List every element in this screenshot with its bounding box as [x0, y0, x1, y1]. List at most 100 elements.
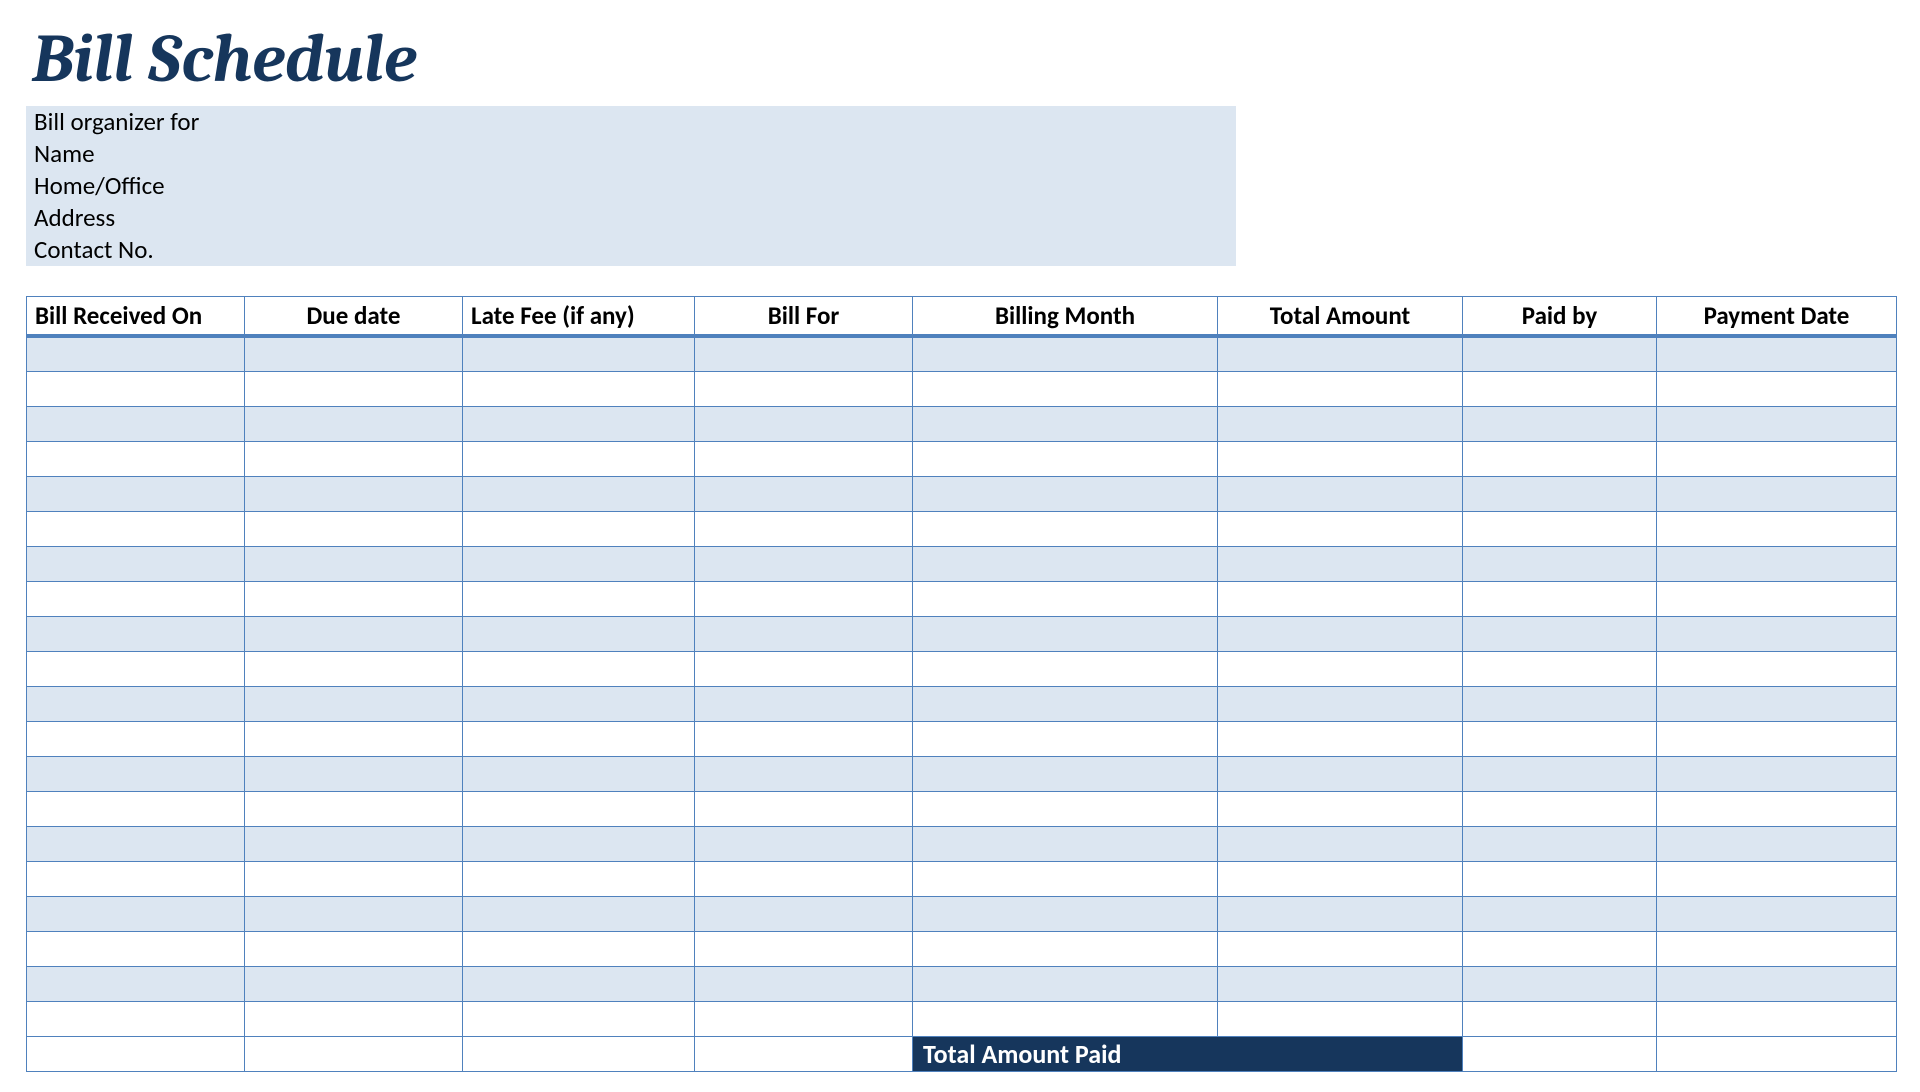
table-cell[interactable]	[463, 966, 695, 1001]
table-cell[interactable]	[463, 371, 695, 406]
table-cell[interactable]	[1218, 441, 1463, 476]
table-cell[interactable]	[245, 616, 463, 651]
table-cell[interactable]	[463, 406, 695, 441]
table-cell[interactable]	[27, 371, 245, 406]
table-cell[interactable]	[27, 476, 245, 511]
table-cell[interactable]	[695, 651, 913, 686]
table-cell[interactable]	[463, 826, 695, 861]
table-cell[interactable]	[1657, 931, 1897, 966]
table-cell[interactable]	[913, 476, 1218, 511]
table-cell[interactable]	[913, 966, 1218, 1001]
table-cell[interactable]	[463, 686, 695, 721]
table-cell[interactable]	[463, 721, 695, 756]
table-cell[interactable]	[913, 651, 1218, 686]
table-cell[interactable]	[1657, 686, 1897, 721]
table-cell[interactable]	[1218, 581, 1463, 616]
table-cell[interactable]	[913, 441, 1218, 476]
table-cell[interactable]	[1463, 1001, 1657, 1036]
table-cell[interactable]	[27, 756, 245, 791]
info-address[interactable]: Address	[26, 202, 1236, 234]
table-cell[interactable]	[463, 1036, 695, 1071]
table-cell[interactable]	[245, 861, 463, 896]
table-cell[interactable]	[245, 476, 463, 511]
table-cell[interactable]	[27, 546, 245, 581]
table-cell[interactable]	[1657, 336, 1897, 371]
table-cell[interactable]	[695, 546, 913, 581]
table-cell[interactable]	[695, 336, 913, 371]
table-cell[interactable]	[463, 511, 695, 546]
table-cell[interactable]	[463, 336, 695, 371]
table-cell[interactable]	[1218, 371, 1463, 406]
table-cell[interactable]	[463, 861, 695, 896]
table-cell[interactable]	[463, 441, 695, 476]
info-contact-no[interactable]: Contact No.	[26, 234, 1236, 266]
table-cell[interactable]	[1463, 791, 1657, 826]
table-cell[interactable]	[27, 721, 245, 756]
table-cell[interactable]	[27, 1036, 245, 1071]
table-cell[interactable]	[1463, 581, 1657, 616]
table-cell[interactable]	[1657, 406, 1897, 441]
table-cell[interactable]	[1218, 861, 1463, 896]
table-cell[interactable]	[245, 1001, 463, 1036]
table-cell[interactable]	[695, 931, 913, 966]
table-cell[interactable]	[27, 826, 245, 861]
table-cell[interactable]	[1218, 686, 1463, 721]
table-cell[interactable]	[1657, 756, 1897, 791]
table-cell[interactable]	[1218, 756, 1463, 791]
table-cell[interactable]	[1657, 546, 1897, 581]
table-cell[interactable]	[1463, 756, 1657, 791]
table-cell[interactable]	[1463, 861, 1657, 896]
table-cell[interactable]	[1463, 336, 1657, 371]
table-cell[interactable]	[245, 931, 463, 966]
table-cell[interactable]	[463, 651, 695, 686]
table-cell[interactable]	[695, 476, 913, 511]
table-cell[interactable]	[695, 756, 913, 791]
table-cell[interactable]	[1463, 896, 1657, 931]
table-cell[interactable]	[1657, 791, 1897, 826]
info-name[interactable]: Name	[26, 138, 1236, 170]
table-cell[interactable]	[913, 686, 1218, 721]
table-cell[interactable]	[1218, 721, 1463, 756]
table-cell[interactable]	[695, 406, 913, 441]
table-cell[interactable]	[695, 686, 913, 721]
table-cell[interactable]	[1463, 371, 1657, 406]
table-cell[interactable]	[245, 371, 463, 406]
table-cell[interactable]	[1657, 826, 1897, 861]
table-cell[interactable]	[245, 686, 463, 721]
table-cell[interactable]	[463, 931, 695, 966]
table-cell[interactable]	[463, 476, 695, 511]
table-cell[interactable]	[913, 511, 1218, 546]
table-cell[interactable]	[1463, 1036, 1657, 1071]
table-cell[interactable]	[1463, 931, 1657, 966]
table-cell[interactable]	[1463, 546, 1657, 581]
table-cell[interactable]	[1218, 546, 1463, 581]
table-cell[interactable]	[913, 406, 1218, 441]
table-cell[interactable]	[1218, 966, 1463, 1001]
table-cell[interactable]	[1218, 406, 1463, 441]
table-cell[interactable]	[913, 756, 1218, 791]
table-cell[interactable]	[695, 441, 913, 476]
table-cell[interactable]	[27, 651, 245, 686]
table-cell[interactable]	[245, 826, 463, 861]
table-cell[interactable]	[1657, 721, 1897, 756]
table-cell[interactable]	[913, 371, 1218, 406]
table-cell[interactable]	[27, 616, 245, 651]
table-cell[interactable]	[1463, 406, 1657, 441]
table-cell[interactable]	[1218, 511, 1463, 546]
table-cell[interactable]	[1218, 651, 1463, 686]
table-cell[interactable]	[463, 791, 695, 826]
table-cell[interactable]	[695, 511, 913, 546]
info-home-office[interactable]: Home/Office	[26, 170, 1236, 202]
table-cell[interactable]	[245, 546, 463, 581]
table-cell[interactable]	[245, 756, 463, 791]
table-cell[interactable]	[27, 511, 245, 546]
table-cell[interactable]	[27, 791, 245, 826]
table-cell[interactable]	[913, 791, 1218, 826]
table-cell[interactable]	[27, 686, 245, 721]
table-cell[interactable]	[245, 511, 463, 546]
table-cell[interactable]	[1218, 476, 1463, 511]
table-cell[interactable]	[1657, 1036, 1897, 1071]
table-cell[interactable]	[695, 1001, 913, 1036]
table-cell[interactable]	[27, 931, 245, 966]
table-cell[interactable]	[695, 896, 913, 931]
